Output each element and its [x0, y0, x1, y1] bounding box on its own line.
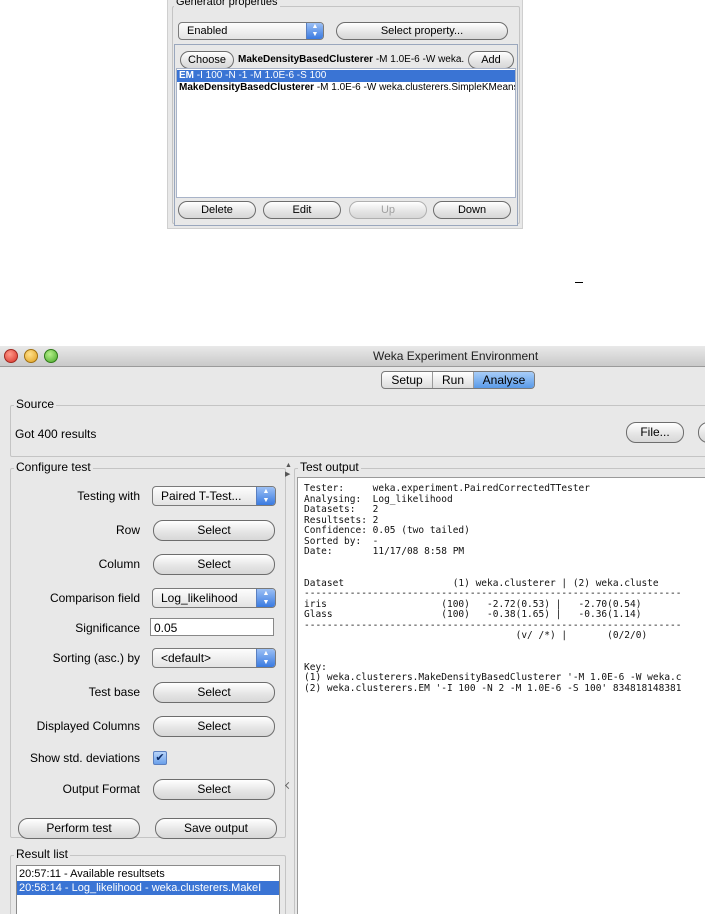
list-item-name: EM [179, 70, 194, 81]
enabled-combo-value: Enabled [187, 25, 228, 37]
list-item[interactable]: MakeDensityBasedClusterer -M 1.0E-6 -W w… [177, 82, 515, 94]
collapse-up-icon[interactable]: ▲ [285, 462, 292, 469]
output-line: ----------------------------------------… [304, 588, 682, 599]
test-output-text[interactable]: Tester: weka.experiment.PairedCorrectedT… [297, 477, 705, 914]
combo-arrows-icon: ▲ ▼ [306, 23, 323, 39]
edit-button[interactable]: Edit [263, 201, 341, 219]
algorithm-field-name: MakeDensityBasedClusterer [238, 54, 374, 65]
column-select-button[interactable]: Select [153, 554, 275, 575]
column-label: Column [98, 557, 140, 571]
algorithm-field-options: -M 1.0E-6 -W weka.c [375, 54, 464, 65]
save-output-button[interactable]: Save output [155, 818, 277, 839]
output-line: (2) weka.clusterers.EM '-I 100 -N 2 -M 1… [304, 682, 682, 694]
output-line: (1) weka.clusterers.MakeDensityBasedClus… [304, 672, 682, 683]
list-item-name: MakeDensityBasedClusterer [179, 82, 315, 93]
down-button[interactable]: Down [433, 201, 511, 219]
row-select-button[interactable]: Select [153, 520, 275, 541]
sorting-label: Sorting (asc.) by [52, 651, 140, 665]
select-property-button[interactable]: Select property... [336, 22, 508, 40]
tab-run[interactable]: Run [433, 372, 474, 388]
output-line: Tester: weka.experiment.PairedCorrectedT… [304, 483, 590, 494]
algorithm-field[interactable]: MakeDensityBasedClusterer -M 1.0E-6 -W w… [238, 54, 464, 68]
sorting-value: <default> [161, 651, 212, 665]
tab-bar: Setup Run Analyse [381, 371, 535, 389]
result-list[interactable]: 20:57:11 - Available resultsets 20:58:14… [16, 865, 280, 914]
output-line: Datasets: 2 [304, 504, 379, 515]
tab-analyse[interactable]: Analyse [474, 372, 534, 388]
significance-input[interactable]: 0.05 [150, 618, 274, 636]
displayed-columns-select-button[interactable]: Select [153, 716, 275, 737]
list-item[interactable]: 20:57:11 - Available resultsets [19, 867, 277, 881]
test-base-label: Test base [88, 685, 140, 699]
choose-button[interactable]: Choose [180, 51, 234, 69]
tab-setup[interactable]: Setup [382, 372, 433, 388]
testing-with-combo[interactable]: Paired T-Test... ▲ ▼ [152, 486, 276, 506]
add-button[interactable]: Add [468, 51, 514, 69]
output-format-label: Output Format [62, 782, 140, 796]
combo-arrows-icon: ▲ ▼ [256, 487, 275, 505]
significance-value: 0.05 [154, 621, 178, 635]
config-labels: Testing with Row Column Comparison field… [10, 346, 140, 846]
enabled-combo[interactable]: Enabled ▲ ▼ [178, 22, 324, 40]
perform-test-button[interactable]: Perform test [18, 818, 140, 839]
list-item-options: -M 1.0E-6 -W weka.clusterers.SimpleKMean… [316, 82, 515, 93]
comparison-field-combo[interactable]: Log_likelihood ▲ ▼ [152, 588, 276, 608]
comparison-field-label: Comparison field [49, 591, 140, 605]
output-line: Date: 11/17/08 8:58 PM [304, 546, 465, 557]
displayed-columns-label: Displayed Columns [36, 719, 140, 733]
generator-properties-panel: Generator properties Enabled ▲ ▼ Select p… [167, 0, 523, 229]
output-lines: Tester: weka.experiment.PairedCorrectedT… [304, 483, 682, 694]
collapse-down-icon[interactable]: ▶ [285, 470, 290, 478]
up-button[interactable]: Up [349, 201, 427, 219]
result-list-title: Result list [14, 847, 71, 861]
file-button[interactable]: File... [626, 422, 684, 443]
list-item[interactable]: EM -I 100 -N -1 -M 1.0E-6 -S 100 [177, 70, 515, 82]
row-label: Row [115, 523, 140, 537]
generator-properties-title: Generator properties [174, 0, 280, 8]
window-title: Weka Experiment Environment [373, 349, 539, 363]
combo-arrows-icon: ▲ ▼ [256, 589, 275, 607]
test-base-select-button[interactable]: Select [153, 682, 275, 703]
output-line: Glass (100) -0.38(1.65) | -0.36(1.14) [304, 609, 642, 620]
sorting-combo[interactable]: <default> ▲ ▼ [152, 648, 276, 668]
test-output-title: Test output [298, 460, 361, 474]
show-std-label: Show std. deviations [29, 751, 140, 765]
testing-with-value: Paired T-Test... [161, 489, 242, 503]
show-std-checkbox[interactable]: ✔ [153, 751, 167, 765]
testing-with-label: Testing with [77, 489, 140, 503]
split-grip-icon [284, 781, 293, 790]
output-format-select-button[interactable]: Select [153, 779, 275, 800]
output-line: (v/ /*) | (0/2/0) [304, 630, 648, 641]
output-line: Confidence: 0.05 (two tailed) [304, 525, 470, 536]
combo-arrows-icon: ▲ ▼ [256, 649, 275, 667]
stray-mark [575, 282, 583, 283]
delete-button[interactable]: Delete [178, 201, 256, 219]
comparison-field-value: Log_likelihood [161, 591, 238, 605]
list-item[interactable]: 20:58:14 - Log_likelihood - weka.cluster… [17, 881, 279, 895]
list-item-options: -I 100 -N -1 -M 1.0E-6 -S 100 [196, 70, 327, 81]
split-divider[interactable]: ▲ ▶ [284, 458, 293, 914]
algorithm-list[interactable]: EM -I 100 -N -1 -M 1.0E-6 -S 100 MakeDen… [176, 68, 516, 198]
checkmark-icon: ✔ [155, 752, 165, 764]
weka-window: Weka Experiment Environment Setup Run An… [0, 346, 705, 914]
significance-label: Significance [75, 621, 140, 635]
